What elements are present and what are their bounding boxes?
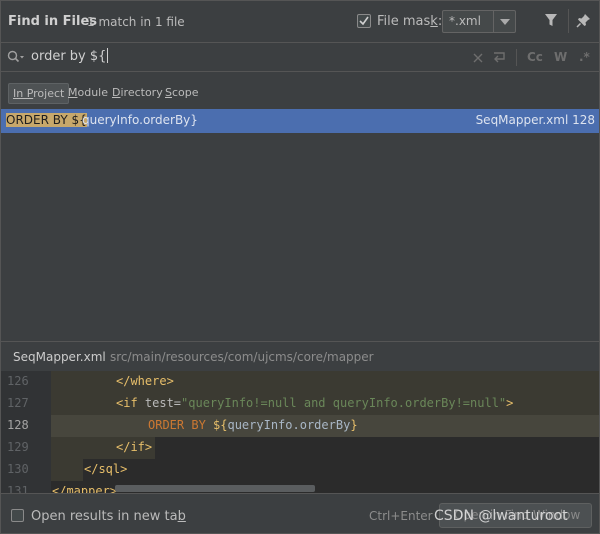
- tab-module[interactable]: Module: [64, 83, 112, 102]
- code-line: </sql>: [51, 459, 599, 481]
- result-file-location: SeqMapper.xml 128: [475, 113, 595, 127]
- find-in-files-dialog: Find in Files 1 match in 1 file File mas…: [0, 0, 600, 534]
- clear-icon[interactable]: [473, 53, 483, 63]
- file-mask-select[interactable]: *.xml: [442, 10, 516, 33]
- code-line: </where>: [51, 371, 599, 393]
- preview-file-path: src/main/resources/com/ujcms/core/mapper: [110, 350, 374, 364]
- result-row[interactable]: ORDER BY ${ queryInfo.orderBy} SeqMapper…: [1, 109, 599, 133]
- open-in-new-tab-checkbox[interactable]: [11, 509, 24, 522]
- results-list: ORDER BY ${ queryInfo.orderBy} SeqMapper…: [1, 109, 599, 341]
- search-query: order by ${: [31, 49, 107, 64]
- search-row: order by ${ Cc W .*: [1, 42, 599, 72]
- line-number: 130: [7, 462, 29, 476]
- preview-header: SeqMapper.xml src/main/resources/com/ujc…: [1, 341, 599, 371]
- new-line-icon[interactable]: [493, 51, 507, 64]
- search-icon[interactable]: [7, 50, 25, 64]
- result-match-text: ORDER BY ${: [6, 113, 87, 127]
- check-icon: [359, 16, 369, 26]
- match-count: 1 match in 1 file: [87, 15, 185, 29]
- scope-tabs: In Project Module Directory Scope: [1, 73, 599, 109]
- code-token: </sql>: [84, 462, 128, 476]
- line-gutter: 126 127 128 129 130 131: [1, 371, 51, 493]
- dialog-header: Find in Files 1 match in 1 file File mas…: [1, 1, 599, 42]
- filter-icon[interactable]: [544, 13, 558, 27]
- open-in-new-tab-label: Open results in new tab: [31, 509, 186, 524]
- text-caret: [107, 48, 109, 63]
- line-number: 126: [7, 374, 29, 388]
- dialog-title: Find in Files: [8, 14, 98, 29]
- tab-scope[interactable]: Scope: [161, 83, 203, 102]
- pin-icon[interactable]: [576, 13, 591, 28]
- search-input[interactable]: order by ${: [31, 48, 451, 64]
- search-divider: [516, 49, 517, 66]
- code-token: </mapper>: [52, 484, 118, 493]
- header-divider: [568, 9, 569, 33]
- code-token: </where>: [116, 374, 174, 388]
- regex-toggle[interactable]: .*: [579, 50, 590, 64]
- code-line: </if>: [51, 437, 599, 459]
- match-case-toggle[interactable]: Cc: [527, 50, 543, 64]
- file-mask-checkbox[interactable]: [357, 14, 371, 28]
- result-context-text: queryInfo.orderBy}: [82, 113, 198, 127]
- code-token-group: ORDER BY ${queryInfo.orderBy}: [148, 418, 358, 432]
- horizontal-scrollbar[interactable]: [115, 485, 315, 492]
- line-number: 131: [7, 484, 29, 493]
- code-line-current: ORDER BY ${queryInfo.orderBy}: [51, 415, 599, 437]
- code-preview[interactable]: 126 127 128 129 130 131 </where> <if tes…: [1, 371, 599, 493]
- code-line: <if test="queryInfo!=null and queryInfo.…: [51, 393, 599, 415]
- scope-highlight: [115, 371, 599, 393]
- select-divider: [493, 11, 494, 32]
- scope-highlight: [51, 459, 83, 481]
- whole-words-toggle[interactable]: W: [554, 50, 567, 64]
- file-mask-label: File mask:: [377, 14, 443, 29]
- preview-file-name: SeqMapper.xml: [13, 350, 106, 364]
- code-token: </if>: [116, 440, 153, 454]
- chevron-down-icon[interactable]: [500, 19, 510, 25]
- code-token-group: <if test="queryInfo!=null and queryInfo.…: [116, 396, 514, 410]
- line-number: 127: [7, 396, 29, 410]
- shortcut-hint: Ctrl+Enter: [369, 509, 433, 523]
- tab-directory[interactable]: Directory: [108, 83, 167, 102]
- watermark: CSDN @lwanturoot: [434, 508, 568, 524]
- tab-in-project[interactable]: In Project: [8, 83, 70, 104]
- file-mask-value: *.xml: [449, 14, 481, 28]
- line-number-current: 128: [7, 418, 29, 432]
- line-number: 129: [7, 440, 29, 454]
